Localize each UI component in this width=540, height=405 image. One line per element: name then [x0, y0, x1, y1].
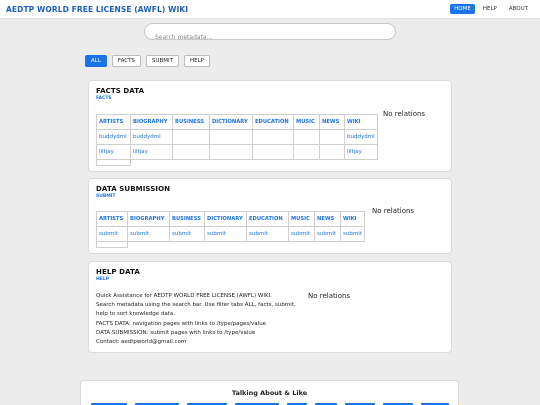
facts-subtitle: FACTS — [96, 96, 112, 101]
submit-link[interactable]: submit — [288, 226, 315, 242]
submission-col-artists: ARTISTS — [96, 211, 128, 227]
help-line: Search metadata using the search bar. Us… — [96, 302, 296, 309]
nav-help[interactable]: HELP — [479, 4, 501, 14]
facts-col-artists: ARTISTS — [96, 114, 131, 130]
table-cell — [209, 144, 253, 160]
facts-header-row: ARTISTS BIOGRAPHY BUSINESS DICTIONARY ED… — [96, 114, 378, 130]
nav-about[interactable]: ABOUT — [505, 4, 532, 14]
help-line: Contact: aedtpworld@gmail.com — [96, 339, 187, 346]
facts-col-music: MUSIC — [293, 114, 320, 130]
submission-col-dictionary: DICTIONARY — [204, 211, 247, 227]
submission-table: ARTISTS BIOGRAPHY BUSINESS DICTIONARY ED… — [96, 211, 365, 248]
submit-link[interactable]: submit — [204, 226, 247, 242]
table-cell — [96, 241, 128, 248]
submission-col-news: NEWS — [314, 211, 341, 227]
table-cell-link[interactable]: buddydml — [130, 129, 173, 145]
submit-link[interactable]: submit — [340, 226, 365, 242]
table-cell — [319, 144, 345, 160]
submission-col-music: MUSIC — [288, 211, 315, 227]
submit-link[interactable]: submit — [96, 226, 128, 242]
facts-table: ARTISTS BIOGRAPHY BUSINESS DICTIONARY ED… — [96, 114, 378, 166]
submission-title: DATA SUBMISSION — [96, 185, 171, 193]
site-title[interactable]: AEDTP WORLD FREE LICENSE (AWFL) WIKI — [6, 5, 188, 14]
submission-card: DATA SUBMISSION SUBMIT ARTISTS BIOGRAPHY… — [88, 178, 452, 254]
table-cell-link[interactable]: buddydml — [344, 129, 378, 145]
table-cell — [252, 129, 294, 145]
facts-card: FACTS DATA FACTS ARTISTS BIOGRAPHY BUSIN… — [88, 80, 452, 172]
filter-help[interactable]: HELP — [183, 55, 210, 67]
table-cell-link[interactable]: liltjay — [344, 144, 378, 160]
help-card: HELP DATA HELP Quick Assistance for AEDT… — [88, 261, 452, 353]
help-line: DATA SUBMISSION: submit pages with links… — [96, 329, 256, 336]
footer-card: Talking About & Like — [80, 380, 459, 405]
submission-header-row: ARTISTS BIOGRAPHY BUSINESS DICTIONARY ED… — [96, 211, 365, 227]
search-box — [144, 23, 396, 45]
submit-link[interactable]: submit — [246, 226, 289, 242]
filter-facts[interactable]: FACTS — [111, 55, 141, 67]
table-cell — [172, 129, 210, 145]
table-row-empty — [96, 159, 378, 166]
search-bar-area — [0, 19, 540, 45]
table-row-empty — [96, 241, 365, 248]
submission-col-wiki: WIKI — [340, 211, 365, 227]
facts-col-biography: BIOGRAPHY — [130, 114, 173, 130]
help-title: HELP DATA — [96, 268, 140, 276]
submit-link[interactable]: submit — [169, 226, 205, 242]
top-bar: AEDTP WORLD FREE LICENSE (AWFL) WIKI HOM… — [0, 0, 540, 19]
help-line: FACTS DATA: navigation pages with links … — [96, 320, 267, 327]
help-text: Quick Assistance for AEDTP WORLD FREE LI… — [96, 292, 296, 347]
table-row: buddydml buddydml buddydml — [96, 129, 378, 145]
table-cell — [293, 129, 320, 145]
help-subtitle: HELP — [96, 277, 110, 282]
facts-relations: No relations — [383, 110, 426, 118]
table-row: submit submit submit submit submit submi… — [96, 226, 365, 242]
footer-title: Talking About & Like — [231, 389, 308, 397]
facts-col-business: BUSINESS — [172, 114, 210, 130]
submission-subtitle: SUBMIT — [96, 194, 116, 199]
table-cell — [209, 129, 253, 145]
submit-link[interactable]: submit — [314, 226, 341, 242]
table-cell-link[interactable]: liltjay — [96, 144, 131, 160]
table-cell — [172, 144, 210, 160]
table-cell — [319, 129, 345, 145]
facts-col-news: NEWS — [319, 114, 345, 130]
table-cell-link[interactable]: buddydml — [96, 129, 131, 145]
filter-tabs: ALL FACTS SUBMIT HELP — [85, 55, 210, 67]
filter-all[interactable]: ALL — [85, 55, 107, 67]
help-line: help to sort knowledge data. — [96, 311, 176, 318]
table-cell-link[interactable]: liltjay — [130, 144, 173, 160]
help-relations: No relations — [308, 292, 351, 300]
facts-col-education: EDUCATION — [252, 114, 294, 130]
facts-col-wiki: WIKI — [344, 114, 378, 130]
nav-home[interactable]: HOME — [450, 4, 475, 14]
table-row: liltjay liltjay liltjay — [96, 144, 378, 160]
table-cell — [293, 144, 320, 160]
top-nav: HOME HELP ABOUT — [450, 4, 532, 14]
help-line: Quick Assistance for AEDTP WORLD FREE LI… — [96, 293, 272, 299]
facts-title: FACTS DATA — [96, 87, 145, 95]
search-input[interactable] — [145, 30, 395, 45]
submission-col-biography: BIOGRAPHY — [127, 211, 170, 227]
submit-link[interactable]: submit — [127, 226, 170, 242]
submission-col-business: BUSINESS — [169, 211, 205, 227]
table-cell — [96, 159, 131, 166]
filter-submit[interactable]: SUBMIT — [145, 55, 179, 67]
facts-col-dictionary: DICTIONARY — [209, 114, 253, 130]
submission-col-education: EDUCATION — [246, 211, 289, 227]
table-cell — [252, 144, 294, 160]
submission-relations: No relations — [372, 207, 415, 215]
